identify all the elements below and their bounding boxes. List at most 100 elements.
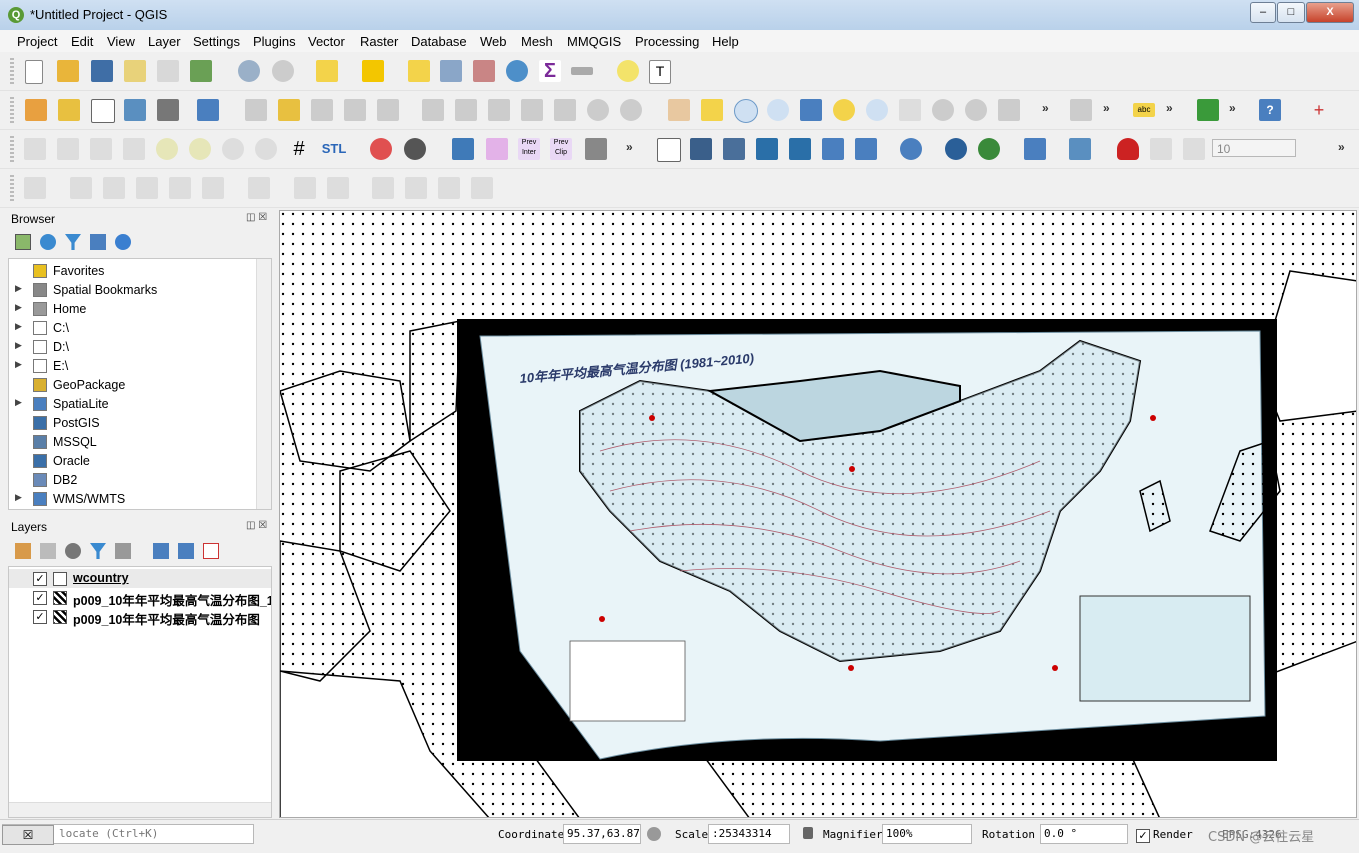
layers-dock-buttons[interactable]: ◫ ☒ xyxy=(246,520,267,531)
digitize-tool-icon[interactable] xyxy=(438,177,460,199)
style-manager-icon[interactable] xyxy=(190,60,212,82)
deselect-features-icon[interactable] xyxy=(408,60,430,82)
layer-visibility-checkbox[interactable]: ✓ xyxy=(33,591,47,605)
run-feature-action-icon[interactable] xyxy=(272,60,294,82)
add-postgis-icon[interactable] xyxy=(789,138,811,160)
sigma-statistics-icon[interactable]: Σ xyxy=(539,60,561,82)
measure-angle-icon[interactable] xyxy=(1070,99,1092,121)
filter-icon[interactable] xyxy=(65,234,81,250)
maximize-button[interactable]: □ xyxy=(1277,2,1305,23)
filter-expression-icon[interactable] xyxy=(115,543,131,559)
select-features-icon[interactable] xyxy=(316,60,338,82)
expand-arrow-icon[interactable]: ▶ xyxy=(15,340,22,351)
profile-tool-icon[interactable] xyxy=(24,138,46,160)
processing-toolbox-icon[interactable] xyxy=(506,60,528,82)
expand-arrow-icon[interactable]: ▶ xyxy=(15,321,22,332)
digitize-tool-icon[interactable] xyxy=(70,177,92,199)
paste-features-icon[interactable] xyxy=(554,99,576,121)
browser-item[interactable]: ▶ E:\ xyxy=(9,357,257,376)
measure-line-icon[interactable] xyxy=(571,67,593,75)
digitize-tool-icon[interactable] xyxy=(248,177,270,199)
crosshair-icon[interactable]: + xyxy=(1308,99,1330,121)
new-map-view-icon[interactable] xyxy=(998,99,1020,121)
toolbar-grip[interactable] xyxy=(10,58,14,84)
add-delimited-text-icon[interactable] xyxy=(124,99,146,121)
browser-item[interactable]: ▶ D:\ xyxy=(9,338,257,357)
menu-mmqgis[interactable]: MMQGIS xyxy=(567,34,621,49)
snapping-mode-icon[interactable] xyxy=(1183,138,1205,160)
layer-row[interactable]: ✓ p009_10年年平均最高气温分布图_1 xyxy=(9,588,271,608)
new-geopackage-layer-icon[interactable] xyxy=(58,99,80,121)
browser-scrollbar[interactable] xyxy=(256,259,271,509)
add-virtual-layer-icon[interactable] xyxy=(1024,138,1046,160)
menu-vector[interactable]: Vector xyxy=(308,34,345,49)
save-layer-edits-icon[interactable] xyxy=(311,99,333,121)
vertex-tool-icon[interactable] xyxy=(377,99,399,121)
refresh-icon[interactable] xyxy=(40,234,56,250)
pan-map-icon[interactable] xyxy=(668,99,690,121)
browser-item[interactable]: Oracle xyxy=(9,452,257,471)
digitize-tool-icon[interactable] xyxy=(202,177,224,199)
coordinate-field[interactable]: 95.37,63.87 xyxy=(563,824,641,844)
brightness-icon[interactable] xyxy=(156,138,178,160)
expand-arrow-icon[interactable]: ▶ xyxy=(15,359,22,370)
prev-clip-icon[interactable]: Prev Clip xyxy=(550,138,572,160)
current-edits-icon[interactable] xyxy=(245,99,267,121)
add-selected-icon[interactable] xyxy=(15,234,31,250)
toolbar-grip[interactable] xyxy=(10,97,14,123)
zoom-next-icon[interactable] xyxy=(965,99,987,121)
digitize-tool-icon[interactable] xyxy=(103,177,125,199)
menu-help[interactable]: Help xyxy=(712,34,739,49)
digitize-tool-icon[interactable] xyxy=(24,177,46,199)
grid-tool-icon[interactable]: # xyxy=(288,138,310,160)
browser-item[interactable]: ▶ SpatiaLite xyxy=(9,395,257,414)
collapse-all-layers-icon[interactable] xyxy=(178,543,194,559)
add-spatialite-icon[interactable] xyxy=(822,138,844,160)
zoom-to-layer-icon[interactable] xyxy=(866,99,888,121)
toolbar-overflow-icon[interactable]: » xyxy=(626,140,633,154)
lock-scale-icon[interactable] xyxy=(803,827,813,839)
rotation-spinbox[interactable]: 0.0 ° xyxy=(1040,824,1128,844)
toggle-editing-icon[interactable] xyxy=(278,99,300,121)
layer-row[interactable]: ✓ p009_10年年平均最高气温分布图 xyxy=(9,607,271,627)
delete-selected-icon[interactable] xyxy=(455,99,477,121)
locator-close-icon[interactable]: ☒ xyxy=(2,825,54,845)
prev-inter-icon[interactable]: Prev Inter xyxy=(518,138,540,160)
menu-processing[interactable]: Processing xyxy=(635,34,699,49)
layout-manager-icon[interactable] xyxy=(157,60,179,82)
magnifier-spinbox[interactable]: 100% xyxy=(882,824,972,844)
digitize-tool-icon[interactable] xyxy=(471,177,493,199)
digitize-tool-icon[interactable] xyxy=(169,177,191,199)
expand-arrow-icon[interactable]: ▶ xyxy=(15,397,22,408)
open-field-calculator-icon[interactable] xyxy=(362,60,384,82)
menu-raster[interactable]: Raster xyxy=(360,34,398,49)
digitize-tool-icon[interactable] xyxy=(327,177,349,199)
open-project-icon[interactable] xyxy=(57,60,79,82)
toolbar-overflow-icon[interactable]: » xyxy=(1042,101,1049,115)
menu-layer[interactable]: Layer xyxy=(148,34,181,49)
browser-item[interactable]: GeoPackage xyxy=(9,376,257,395)
raster-info-icon[interactable] xyxy=(222,138,244,160)
add-wfs-icon[interactable] xyxy=(900,138,922,160)
zoom-out-icon[interactable] xyxy=(767,99,789,121)
menu-view[interactable]: View xyxy=(107,34,135,49)
contrast-icon[interactable] xyxy=(189,138,211,160)
remove-layer-icon[interactable] xyxy=(203,543,219,559)
zoom-last-icon[interactable] xyxy=(932,99,954,121)
browser-item[interactable]: ▶ Home xyxy=(9,300,257,319)
layer-row[interactable]: ✓ wcountry xyxy=(9,569,271,588)
menu-mesh[interactable]: Mesh xyxy=(521,34,553,49)
digitize-tool-icon[interactable] xyxy=(405,177,427,199)
save-project-icon[interactable] xyxy=(91,60,113,82)
expand-all-icon[interactable] xyxy=(153,543,169,559)
cut-features-icon[interactable] xyxy=(488,99,510,121)
identify-features-icon[interactable] xyxy=(238,60,260,82)
menu-settings[interactable]: Settings xyxy=(193,34,240,49)
add-wcs-icon[interactable] xyxy=(945,138,967,160)
zoom-to-selection-icon[interactable] xyxy=(833,99,855,121)
menu-database[interactable]: Database xyxy=(411,34,467,49)
menu-project[interactable]: Project xyxy=(17,34,57,49)
new-print-layout-icon[interactable] xyxy=(124,60,146,82)
python-console-icon[interactable] xyxy=(452,138,474,160)
data-source-manager-icon[interactable] xyxy=(25,99,47,121)
